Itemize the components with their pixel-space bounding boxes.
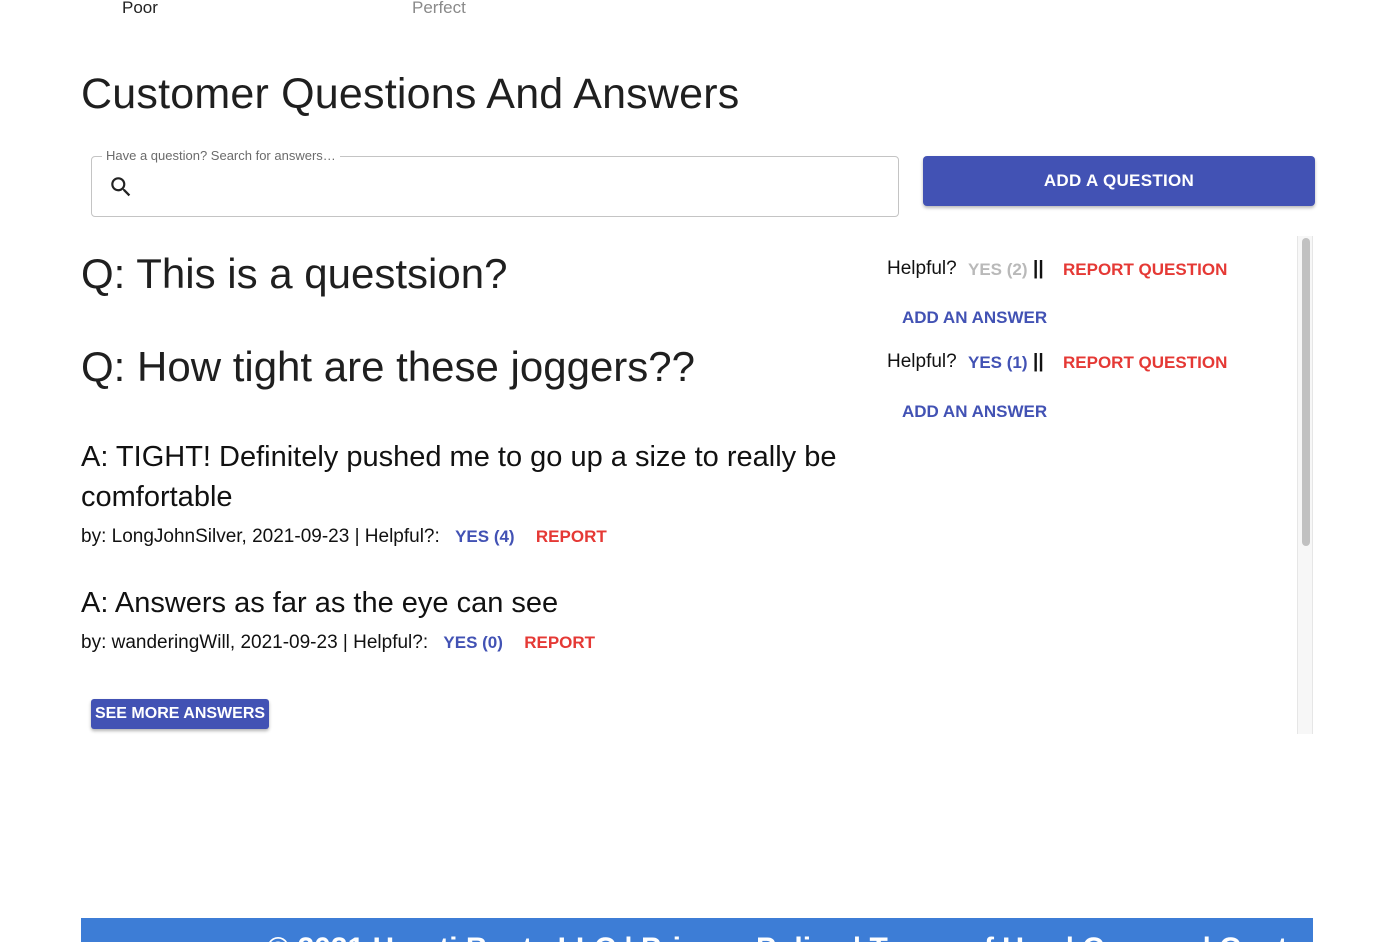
answer-author-date: by: wanderingWill, 2021-09-23 | Helpful?… — [81, 632, 429, 653]
footer-text: © 2021 Hearti Boats LLC | Privacy Policy… — [267, 932, 1313, 942]
answer-report-button[interactable]: REPORT — [524, 633, 595, 653]
report-question-button[interactable]: REPORT QUESTION — [1063, 353, 1227, 373]
search-field[interactable]: Have a question? Search for answers… — [91, 148, 899, 217]
helpful-yes-button[interactable]: YES (1) — [968, 353, 1028, 373]
question-actions: Helpful? YES (1) || REPORT QUESTION — [887, 351, 1287, 381]
search-label: Have a question? Search for answers… — [102, 148, 340, 164]
answer-helpful-yes-button[interactable]: YES (4) — [455, 527, 515, 547]
rating-scale: Poor Perfect — [0, 0, 600, 24]
questions-list[interactable]: Q: This is a questsion? Helpful? YES (2)… — [0, 236, 1313, 734]
separator: || — [1033, 258, 1044, 279]
search-icon — [111, 177, 131, 197]
helpful-yes-button[interactable]: YES (2) — [968, 260, 1028, 280]
add-answer-button[interactable]: ADD AN ANSWER — [902, 402, 1047, 422]
question-text: Q: This is a questsion? — [81, 250, 508, 297]
question-actions: Helpful? YES (2) || REPORT QUESTION — [887, 258, 1287, 288]
question-text: Q: How tight are these joggers?? — [81, 343, 696, 390]
answer-meta: by: wanderingWill, 2021-09-23 | Helpful?… — [81, 632, 595, 654]
add-question-button[interactable]: ADD A QUESTION — [923, 156, 1315, 206]
search-input[interactable] — [144, 169, 884, 205]
answer-helpful-yes-button[interactable]: YES (0) — [443, 633, 503, 653]
answer-author-date: by: LongJohnSilver, 2021-09-23 | Helpful… — [81, 526, 440, 547]
see-more-answers-button[interactable]: SEE MORE ANSWERS — [91, 699, 269, 729]
rating-low-label: Poor — [122, 0, 158, 17]
answer-text: A: TIGHT! Definitely pushed me to go up … — [81, 441, 837, 513]
helpful-label: Helpful? — [887, 351, 957, 372]
answer-meta: by: LongJohnSilver, 2021-09-23 | Helpful… — [81, 526, 607, 548]
rating-high-label: Perfect — [412, 0, 466, 17]
section-title: Customer Questions And Answers — [81, 70, 740, 118]
footer: © 2021 Hearti Boats LLC | Privacy Policy… — [81, 918, 1313, 942]
answer-text: A: Answers as far as the eye can see — [81, 587, 559, 619]
scrollbar-thumb[interactable] — [1302, 238, 1310, 546]
add-answer-button[interactable]: ADD AN ANSWER — [902, 308, 1047, 328]
report-question-button[interactable]: REPORT QUESTION — [1063, 260, 1227, 280]
scrollbar[interactable] — [1297, 236, 1313, 734]
helpful-label: Helpful? — [887, 258, 957, 279]
answer-report-button[interactable]: REPORT — [536, 527, 607, 547]
separator: || — [1033, 351, 1044, 372]
